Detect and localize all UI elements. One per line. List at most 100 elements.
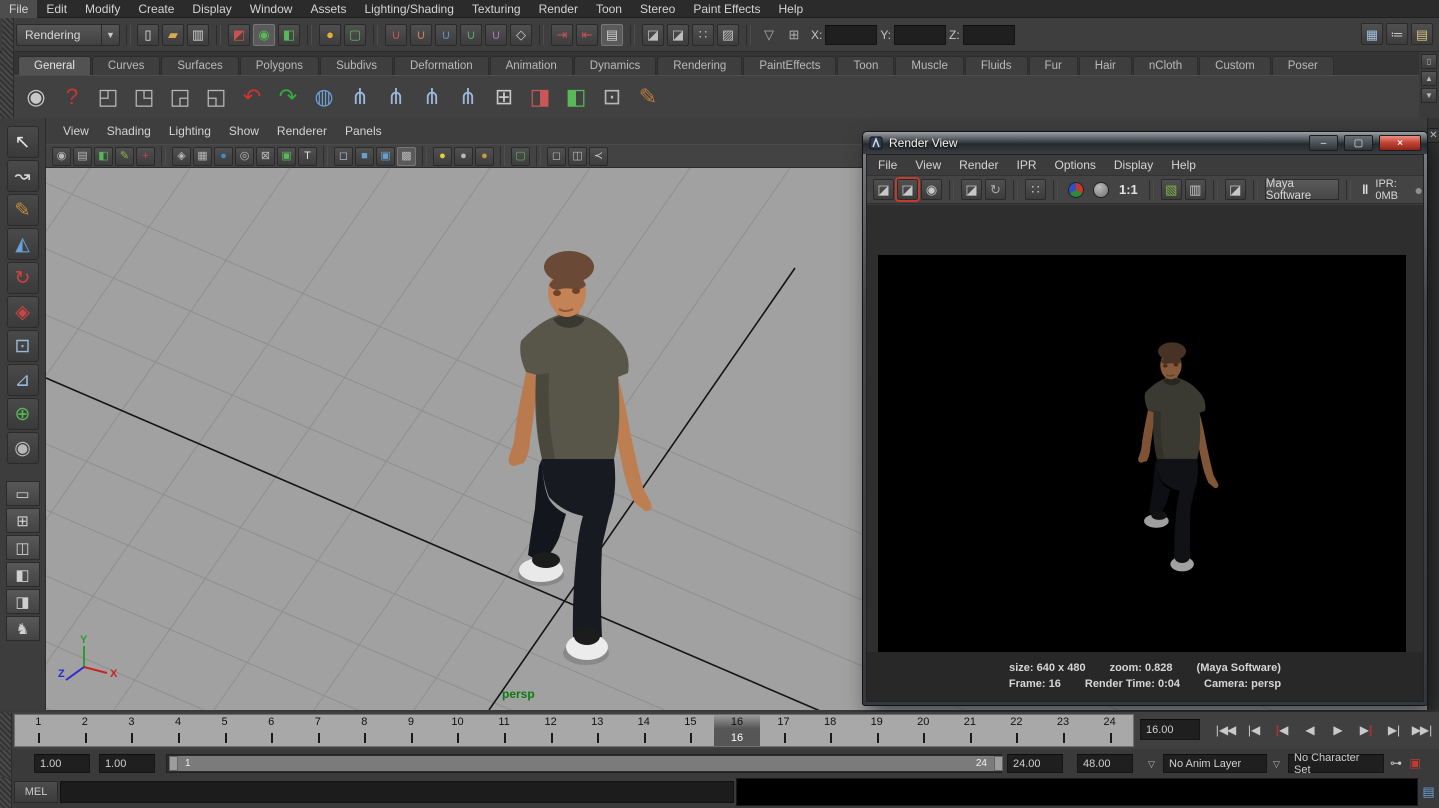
delete-history-icon[interactable]: ◍	[308, 81, 340, 113]
safe-title-icon[interactable]: T	[298, 147, 317, 166]
frame-cell-20[interactable]: 20	[900, 715, 947, 746]
shelf-tab-poser[interactable]: Poser	[1272, 56, 1334, 75]
construction-history-icon[interactable]: ▤	[601, 24, 623, 46]
menu-set-selector[interactable]: Rendering ▼	[16, 24, 120, 46]
shelf-tab-ncloth[interactable]: nCloth	[1133, 56, 1198, 75]
highlight-selection-icon[interactable]: ▢	[344, 24, 366, 46]
ipr-render-icon[interactable]: ◪	[961, 179, 982, 200]
render-view-menu-render[interactable]: Render	[950, 156, 1007, 174]
output-connections-icon[interactable]: ⇤	[576, 24, 598, 46]
render-region-icon[interactable]: ◪	[897, 179, 918, 200]
frame-cell-5[interactable]: 5	[201, 715, 248, 746]
rgb-channels-icon[interactable]	[1068, 182, 1084, 198]
playback-range-track[interactable]: 1 24	[166, 754, 1002, 773]
command-line-grip[interactable]	[0, 778, 12, 808]
shelf-tab-subdivs[interactable]: Subdivs	[320, 56, 393, 75]
textured-icon[interactable]: ▣	[376, 147, 395, 166]
minimize-button[interactable]: –	[1309, 135, 1338, 151]
frame-ruler[interactable]: 1234567891011121314151616171819202122232…	[14, 714, 1134, 747]
frame-cell-16[interactable]: 1616	[714, 715, 761, 746]
ipr-refresh-icon[interactable]: ↻	[985, 179, 1006, 200]
auto-keyframe-icon[interactable]: ▣	[1407, 755, 1423, 771]
frame-cell-22[interactable]: 22	[993, 715, 1040, 746]
make-live-icon[interactable]: ◇	[510, 24, 532, 46]
shelf-scroll-up-icon[interactable]: ▲	[1421, 71, 1437, 86]
camera-aim-icon[interactable]: ◳	[128, 81, 160, 113]
set-key-icon[interactable]: ⊶	[1388, 755, 1404, 771]
show-manipulator-icon[interactable]: ⊕	[7, 398, 39, 430]
layout-four-pane-icon[interactable]: ⊞	[6, 508, 40, 533]
scale-tool-icon[interactable]: ◈	[7, 296, 39, 328]
command-result-field[interactable]	[736, 778, 1418, 806]
smooth-shade-icon[interactable]: ■	[355, 147, 374, 166]
layout-custom-icon[interactable]: ♞	[6, 616, 40, 641]
shelf-tab-fluids[interactable]: Fluids	[965, 56, 1028, 75]
maximize-button[interactable]: ▢	[1344, 135, 1373, 151]
mel-input[interactable]	[60, 781, 734, 803]
move-tool-icon[interactable]: ◭	[7, 228, 39, 260]
shelf-tab-curves[interactable]: Curves	[92, 56, 160, 75]
render-sequence-icon[interactable]: ∷	[692, 24, 714, 46]
menu-lighting-shading[interactable]: Lighting/Shading	[355, 0, 462, 18]
layout-outliner-pane-icon[interactable]: ◧	[6, 562, 40, 587]
snap-to-projected-center-icon[interactable]: ∪	[460, 24, 482, 46]
rotate-tool-icon[interactable]: ↻	[7, 262, 39, 294]
paint-brush-icon[interactable]: ✎	[632, 81, 664, 113]
menu-texturing[interactable]: Texturing	[463, 0, 530, 18]
anim-layer-select[interactable]: No Anim Layer	[1163, 754, 1267, 773]
render-view-menu-options[interactable]: Options	[1046, 156, 1105, 174]
z-input[interactable]	[963, 25, 1015, 45]
select-by-object-icon[interactable]: ◉	[253, 24, 275, 46]
help-icon[interactable]: ?	[56, 81, 88, 113]
joint-tool-icon[interactable]: ⋔	[344, 81, 376, 113]
new-scene-icon[interactable]: ▯	[137, 24, 159, 46]
lock-selection-icon[interactable]: ●	[319, 24, 341, 46]
menu-assets[interactable]: Assets	[301, 0, 355, 18]
chevron-down-icon[interactable]: ▽	[1273, 759, 1280, 770]
frame-cell-8[interactable]: 8	[341, 715, 388, 746]
step-forward-key-button[interactable]: ▶|	[1380, 717, 1407, 742]
step-back-key-button[interactable]: |◀	[1240, 717, 1267, 742]
shelf-tab-hair[interactable]: Hair	[1079, 56, 1132, 75]
ipr-render-icon[interactable]: ◪	[667, 24, 689, 46]
render-region-marquee-icon[interactable]: ∷	[1025, 179, 1046, 200]
panel-menu-shading[interactable]: Shading	[98, 122, 160, 140]
shelf-tab-toon[interactable]: Toon	[837, 56, 894, 75]
shelf-tab-muscle[interactable]: Muscle	[895, 56, 963, 75]
script-editor-icon[interactable]: ▤	[1420, 783, 1437, 801]
insert-joint-icon[interactable]: ⋔	[452, 81, 484, 113]
field-options-arrow-icon[interactable]: ▽	[758, 24, 780, 46]
layout-single-pane-icon[interactable]: ▭	[6, 481, 40, 506]
symmetry-icon[interactable]: ⊞	[783, 24, 805, 46]
frame-cell-1[interactable]: 1	[15, 715, 62, 746]
go-to-end-button[interactable]: ▶▶|	[1408, 717, 1435, 742]
shelf-tab-rendering[interactable]: Rendering	[657, 56, 742, 75]
close-button[interactable]: ×	[1379, 135, 1421, 151]
playblast-icon[interactable]: ◉	[20, 81, 52, 113]
connection-icon[interactable]: ◨	[524, 81, 556, 113]
character-set-select[interactable]: No Character Set	[1288, 754, 1384, 773]
shelf-tab-animation[interactable]: Animation	[490, 56, 573, 75]
snap-to-point-icon[interactable]: ∪	[435, 24, 457, 46]
status-line-grip[interactable]	[2, 18, 14, 52]
shelf-tab-dynamics[interactable]: Dynamics	[574, 56, 656, 75]
ik-spline-icon[interactable]: ⋔	[416, 81, 448, 113]
render-view-menu-ipr[interactable]: IPR	[1008, 156, 1046, 174]
select-by-hierarchy-icon[interactable]: ◩	[228, 24, 250, 46]
select-tool-icon[interactable]: ↖	[7, 126, 39, 158]
create-camera-icon[interactable]: ◰	[92, 81, 124, 113]
play-forwards-button[interactable]: ▶	[1324, 717, 1351, 742]
paint-selection-tool-icon[interactable]: ✎	[7, 194, 39, 226]
tool-settings-icon[interactable]: ≔	[1386, 23, 1408, 45]
render-view-menu-view[interactable]: View	[906, 156, 950, 174]
animation-end-field[interactable]: 48.00	[1077, 754, 1133, 773]
gate-mask-icon[interactable]: ◎	[235, 147, 254, 166]
frame-cell-11[interactable]: 11	[481, 715, 528, 746]
range-end-handle[interactable]	[994, 756, 1003, 771]
wireframe-icon[interactable]: ◻	[334, 147, 353, 166]
menu-modify[interactable]: Modify	[76, 0, 129, 18]
real-size-button[interactable]: 1:1	[1115, 182, 1142, 197]
menu-display[interactable]: Display	[183, 0, 240, 18]
frame-cell-9[interactable]: 9	[388, 715, 435, 746]
frame-cell-3[interactable]: 3	[108, 715, 155, 746]
